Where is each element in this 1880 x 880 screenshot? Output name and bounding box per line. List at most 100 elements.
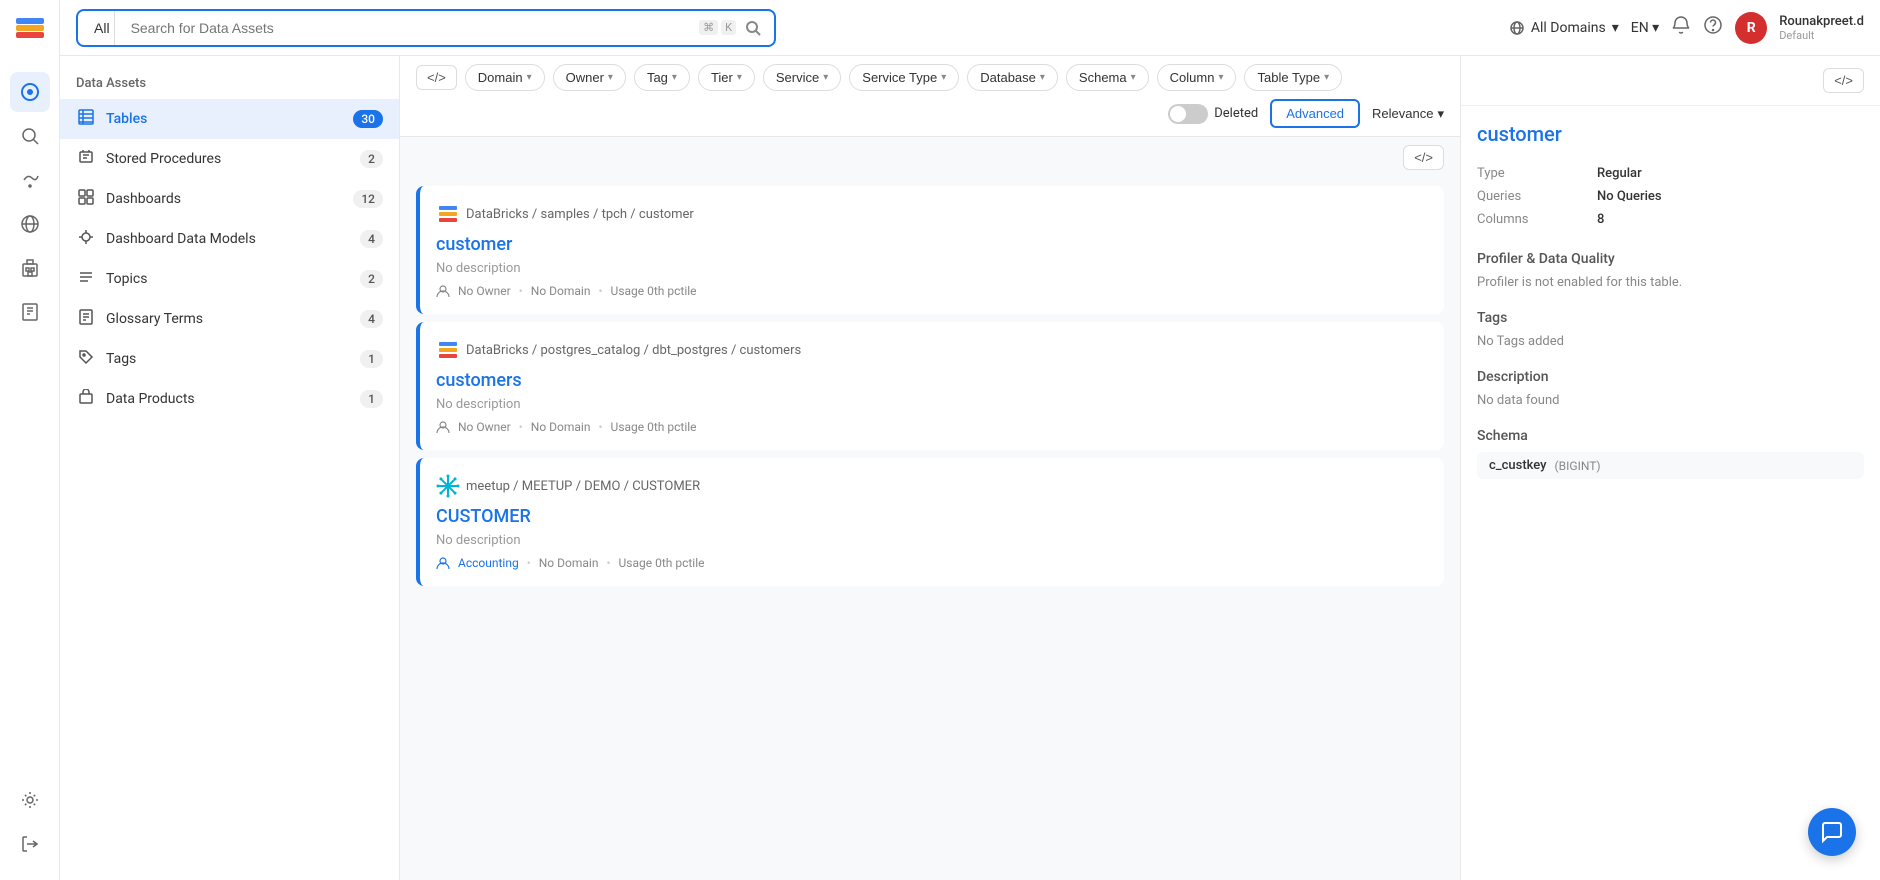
result-owner-CUSTOMER[interactable]: Accounting [458, 556, 519, 570]
field-name-c_custkey: c_custkey [1489, 458, 1547, 473]
schema-field-c_custkey: c_custkey (BIGINT) [1477, 452, 1864, 479]
data-products-label: Data Products [106, 391, 350, 407]
tables-label: Tables [106, 111, 343, 127]
toggle-knob [1170, 106, 1186, 122]
detail-panel-toggle[interactable]: </> [1823, 68, 1864, 93]
sidebar-item-data-products[interactable]: Data Products 1 [60, 379, 399, 419]
sidebar-item-dashboard-data-models[interactable]: Dashboard Data Models 4 [60, 219, 399, 259]
result-card-customer[interactable]: DataBricks / samples / tpch / customer c… [416, 186, 1444, 314]
result-title-customers[interactable]: customers [436, 370, 1428, 391]
result-path-customer: DataBricks / samples / tpch / customer [466, 207, 694, 222]
bottom-icons [10, 780, 50, 864]
sidebar-item-tags[interactable]: Tags 1 [60, 339, 399, 379]
tags-section-title: Tags [1477, 310, 1864, 326]
filter-schema[interactable]: Schema ▾ [1066, 64, 1149, 91]
header-right: All Domains ▾ EN ▾ [1509, 12, 1864, 44]
result-title-customer[interactable]: customer [436, 234, 1428, 255]
type-value: Regular [1597, 162, 1864, 185]
filter-domain[interactable]: Domain ▾ [465, 64, 545, 91]
relevance-button[interactable]: Relevance ▾ [1372, 106, 1444, 122]
search-input[interactable] [131, 20, 692, 36]
detail-code-toggle-label: </> [1834, 73, 1853, 88]
sidebar-item-stored-procedures[interactable]: Stored Procedures 2 [60, 139, 399, 179]
nav-logout[interactable] [10, 824, 50, 864]
nav-explore[interactable] [10, 72, 50, 112]
result-meta-customer: No Owner • No Domain • Usage 0th pctile [436, 284, 1428, 298]
result-card-CUSTOMER[interactable]: meetup / MEETUP / DEMO / CUSTOMER CUSTOM… [416, 458, 1444, 586]
databricks-icon [436, 202, 460, 226]
detail-profiler-section: Profiler & Data Quality Profiler is not … [1477, 251, 1864, 290]
nav-building[interactable] [10, 248, 50, 288]
dashboards-label: Dashboards [106, 191, 343, 207]
user-name: Rounakpreet.d [1779, 14, 1864, 29]
lang-selector[interactable]: EN ▾ [1631, 20, 1659, 36]
result-meta-CUSTOMER: Accounting • No Domain • Usage 0th pctil… [436, 556, 1428, 570]
sidebar-item-tables[interactable]: Tables 30 [60, 99, 399, 139]
filter-service-label: Service [776, 70, 819, 85]
filter-column[interactable]: Column ▾ [1157, 64, 1237, 91]
nav-book[interactable] [10, 292, 50, 332]
filter-owner[interactable]: Owner ▾ [553, 64, 626, 91]
tags-content: No Tags added [1477, 334, 1864, 349]
filter-bar: </> Domain ▾ Owner ▾ Tag ▾ [400, 56, 1460, 137]
nav-discover[interactable] [10, 116, 50, 156]
filter-service-chevron-icon: ▾ [823, 72, 828, 83]
notifications-button[interactable] [1671, 15, 1691, 40]
filter-service-type[interactable]: Service Type ▾ [849, 64, 959, 91]
result-breadcrumb-customers: DataBricks / postgres_catalog / dbt_post… [436, 338, 1428, 362]
detail-panel-header: </> [1461, 56, 1880, 106]
queries-value: No Queries [1597, 185, 1864, 208]
description-content: No data found [1477, 393, 1864, 408]
result-card-customers[interactable]: DataBricks / postgres_catalog / dbt_post… [416, 322, 1444, 450]
chat-button[interactable] [1808, 808, 1856, 856]
filter-service[interactable]: Service ▾ [763, 64, 841, 91]
nav-globe[interactable] [10, 204, 50, 244]
sidebar-item-topics[interactable]: Topics 2 [60, 259, 399, 299]
relevance-label: Relevance [1372, 106, 1433, 121]
help-button[interactable] [1703, 15, 1723, 40]
code-toggle-button[interactable]: </> [416, 65, 457, 90]
advanced-button[interactable]: Advanced [1270, 99, 1360, 128]
detail-schema-section: Schema c_custkey (BIGINT) [1477, 428, 1864, 479]
filter-schema-label: Schema [1079, 70, 1127, 85]
sidebar-item-dashboards[interactable]: Dashboards 12 [60, 179, 399, 219]
filter-tier-label: Tier [711, 70, 733, 85]
results-code-toggle[interactable]: </> [1403, 145, 1444, 170]
detail-title: customer [1477, 122, 1864, 146]
domain-selector[interactable]: All Domains ▾ [1509, 20, 1619, 36]
app-logo [12, 10, 48, 52]
filter-database[interactable]: Database ▾ [967, 64, 1058, 91]
top-header: All ⌘ K All Domains [60, 0, 1880, 56]
filter-tag-label: Tag [647, 70, 668, 85]
nav-section-title: Data Assets [60, 64, 399, 99]
result-desc-CUSTOMER: No description [436, 533, 1428, 548]
owner-icon [436, 284, 450, 298]
results-header: </> [400, 137, 1460, 178]
sidebar-item-glossary-terms[interactable]: Glossary Terms 4 [60, 299, 399, 339]
result-owner-customers: No Owner [458, 420, 511, 434]
lang-chevron-icon: ▾ [1652, 20, 1659, 36]
field-type-c_custkey: (BIGINT) [1555, 459, 1601, 473]
nav-insights[interactable] [10, 160, 50, 200]
filter-service-type-label: Service Type [862, 70, 937, 85]
tags-icon [76, 349, 96, 369]
filter-table-type[interactable]: Table Type ▾ [1244, 64, 1342, 91]
filter-tier-chevron-icon: ▾ [737, 72, 742, 83]
filter-tag[interactable]: Tag ▾ [634, 64, 690, 91]
filter-tier[interactable]: Tier ▾ [698, 64, 755, 91]
result-title-CUSTOMER[interactable]: CUSTOMER [436, 506, 1428, 527]
stored-procedures-icon [76, 149, 96, 169]
result-owner-customer: No Owner [458, 284, 511, 298]
nav-settings[interactable] [10, 780, 50, 820]
topics-label: Topics [106, 271, 350, 287]
result-breadcrumb-customer: DataBricks / samples / tpch / customer [436, 202, 1428, 226]
deleted-toggle-switch[interactable] [1168, 104, 1208, 124]
filter-column-label: Column [1170, 70, 1215, 85]
search-type-dropdown[interactable]: All [90, 11, 115, 45]
user-role: Default [1779, 29, 1864, 42]
left-nav: Data Assets Tables 30 [60, 56, 400, 880]
content-area: Data Assets Tables 30 [60, 56, 1880, 880]
dashboard-data-models-label: Dashboard Data Models [106, 231, 350, 247]
user-avatar[interactable]: R [1735, 12, 1767, 44]
result-desc-customer: No description [436, 261, 1428, 276]
